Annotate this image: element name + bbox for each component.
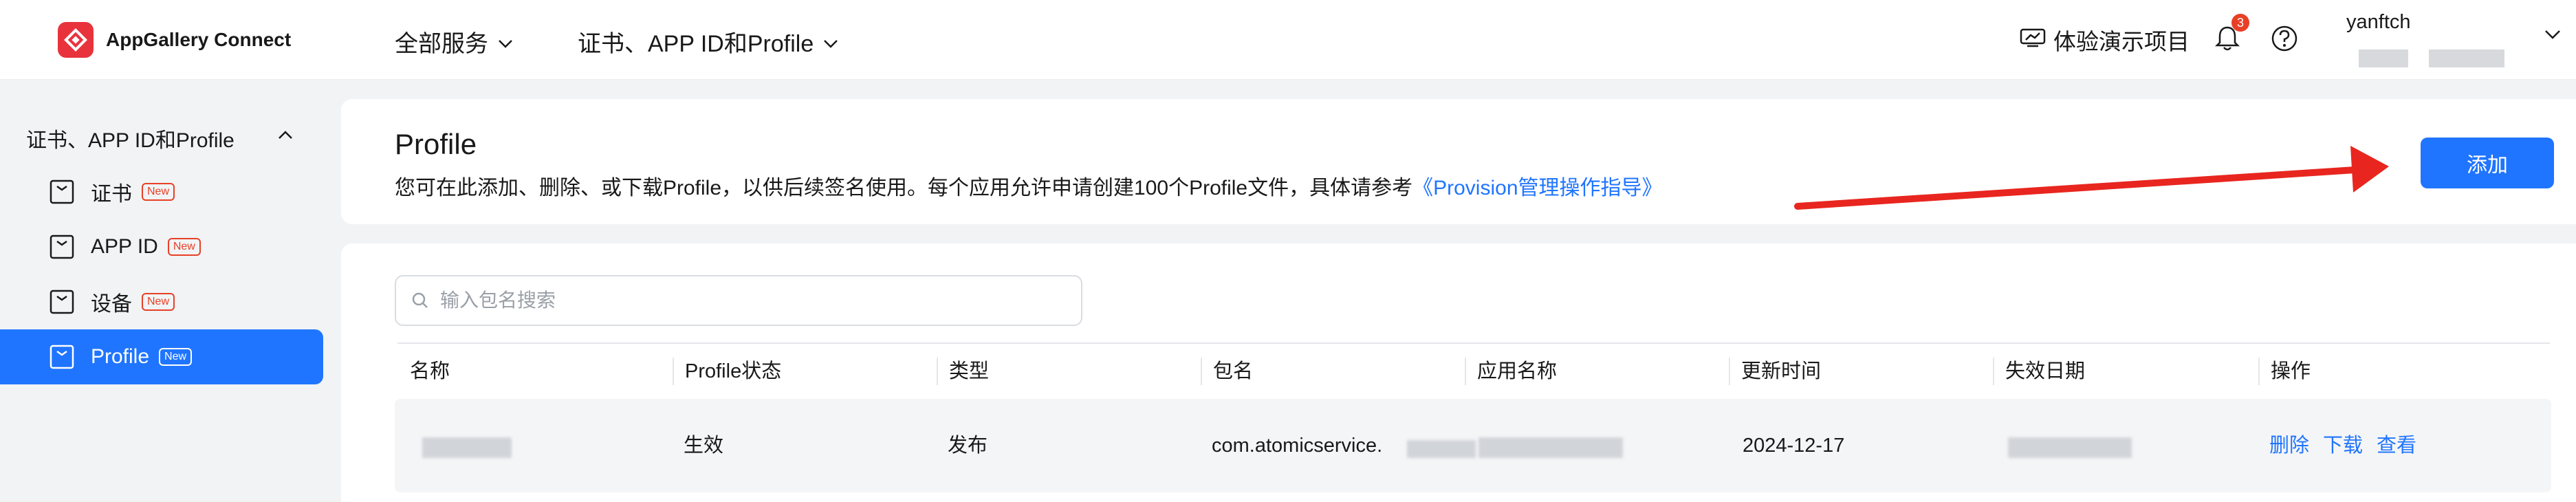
column-header-app-name: 应用名称 <box>1465 358 1557 385</box>
column-header-name: 名称 <box>410 360 450 382</box>
redacted-expiry-date <box>2008 437 2132 458</box>
package-search-box[interactable] <box>395 275 1082 326</box>
column-header-actions: 操作 <box>2258 358 2311 385</box>
download-link[interactable]: 下载 <box>2323 435 2363 457</box>
column-header-status: Profile状态 <box>673 358 781 385</box>
column-header-updated: 更新时间 <box>1729 358 1821 385</box>
column-header-package: 包名 <box>1201 358 1253 385</box>
column-header-expiry: 失效日期 <box>1993 358 2085 385</box>
view-link[interactable]: 查看 <box>2377 435 2416 457</box>
cell-updated-time: 2024-12-17 <box>1743 435 1845 457</box>
table-row: 生效 发布 com.atomicservice. 2024-12-17 删除 下载… <box>395 399 2551 492</box>
search-input[interactable] <box>440 290 1059 312</box>
cell-actions: 删除 下载 查看 <box>2269 432 2430 459</box>
cell-status: 生效 <box>684 435 724 457</box>
table-header: 名称 Profile状态 类型 包名 应用名称 更新时间 失效日期 操作 <box>397 342 2550 397</box>
redacted-package-suffix <box>1407 440 1476 458</box>
cell-type: 发布 <box>948 435 988 457</box>
cell-package: com.atomicservice. <box>1212 435 1383 457</box>
redacted-app-name <box>1478 437 1623 458</box>
column-header-type: 类型 <box>937 358 989 385</box>
redacted-profile-name <box>422 437 512 458</box>
search-icon <box>412 292 428 308</box>
delete-link[interactable]: 删除 <box>2269 435 2309 457</box>
